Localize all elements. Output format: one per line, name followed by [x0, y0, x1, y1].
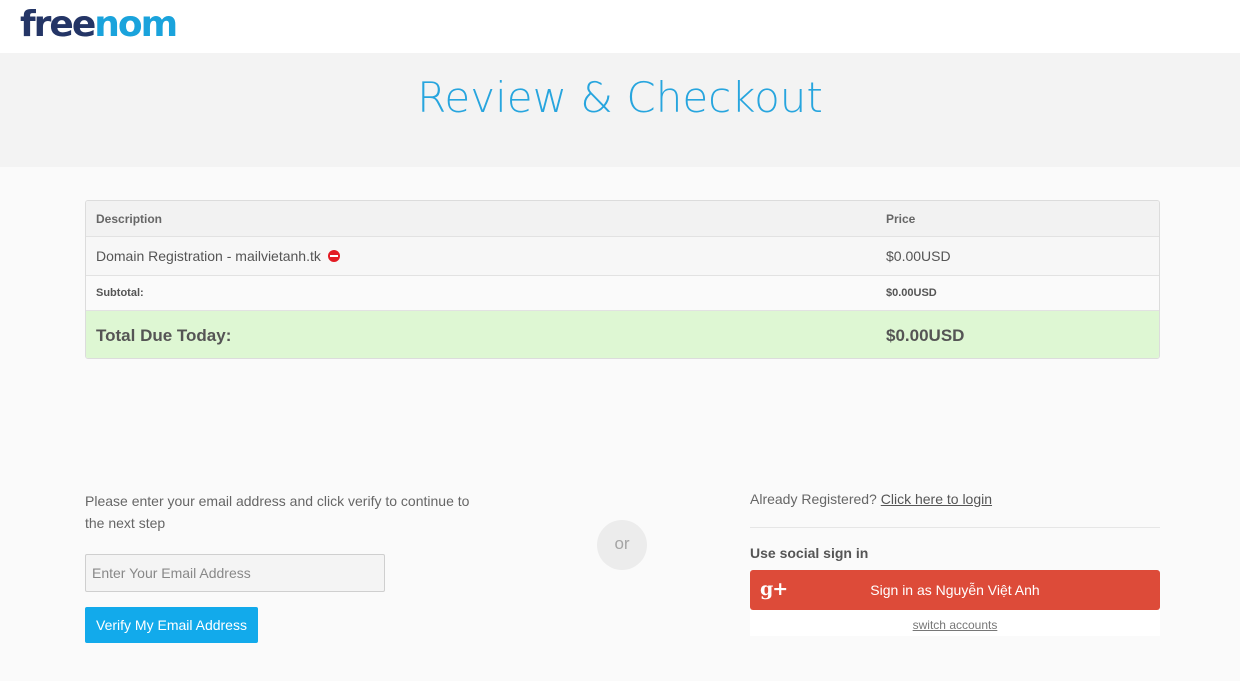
google-signin-label: Sign in as Nguyễn Việt Anh [870, 582, 1040, 598]
cart-item-price: $0.00USD [886, 248, 951, 264]
or-separator: or [597, 520, 647, 570]
subtotal-row: Subtotal: $0.00USD [86, 276, 1159, 311]
price-column-header: Price [886, 212, 916, 226]
cart-item-row: Domain Registration - mailvietanh.tk $0.… [86, 237, 1159, 276]
total-due-value: $0.00USD [886, 326, 965, 345]
subtotal-label: Subtotal: [96, 287, 144, 299]
page-header: Review & Checkout [0, 53, 1240, 167]
page-title: Review & Checkout [417, 73, 823, 122]
top-bar: freenom [0, 0, 1240, 53]
switch-accounts-link[interactable]: switch accounts [750, 618, 1160, 632]
total-due-row: Total Due Today: $0.00USD [86, 311, 1159, 358]
email-instruction: Please enter your email address and clic… [85, 493, 470, 531]
description-column-header: Description [96, 212, 163, 226]
freenom-logo[interactable]: freenom [20, 4, 178, 46]
logo-part-nom: nom [94, 4, 178, 45]
login-link[interactable]: Click here to login [881, 491, 992, 507]
cart-summary-table: Description Price Domain Registration - … [85, 200, 1160, 359]
already-registered-text: Already Registered? Click here to login [750, 491, 992, 507]
social-signin-heading: Use social sign in [750, 545, 869, 561]
email-input[interactable] [85, 554, 385, 592]
total-due-label: Total Due Today: [96, 326, 232, 345]
logo-part-free: free [20, 4, 96, 45]
cart-item-description: Domain Registration - mailvietanh.tk [96, 248, 321, 264]
cart-item-description-cell: Domain Registration - mailvietanh.tk [96, 248, 340, 264]
subtotal-value: $0.00USD [886, 287, 937, 299]
verify-email-button[interactable]: Verify My Email Address [85, 607, 258, 643]
google-signin-button[interactable]: g+ Sign in as Nguyễn Việt Anh [750, 570, 1160, 610]
divider [750, 527, 1160, 528]
cart-header-row: Description Price [86, 201, 1159, 237]
remove-item-icon[interactable] [327, 250, 340, 262]
already-registered-label: Already Registered? [750, 491, 877, 507]
